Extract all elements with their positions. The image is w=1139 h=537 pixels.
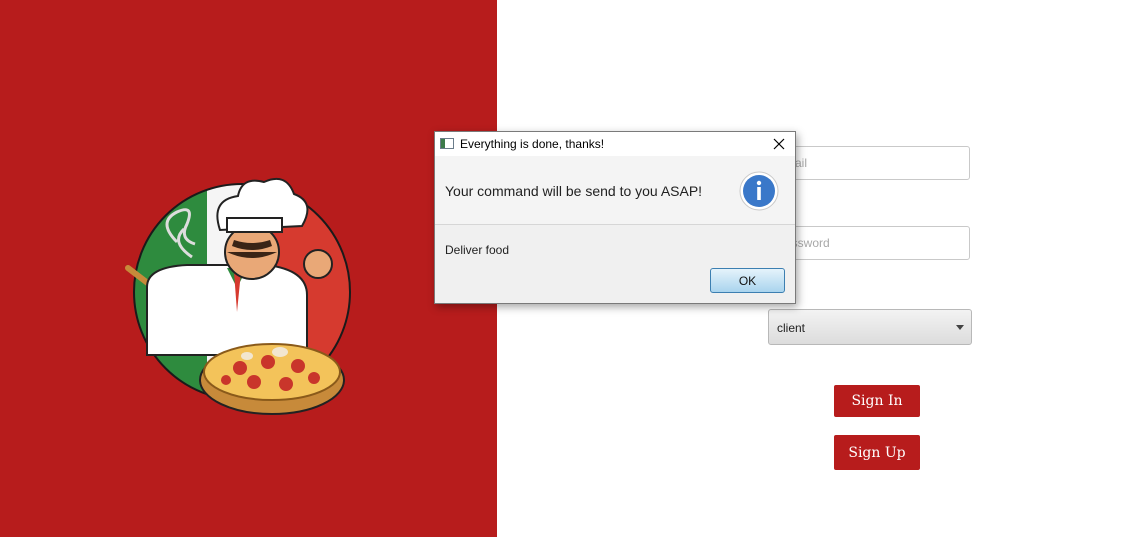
email-input[interactable]	[768, 146, 970, 180]
dialog-title: Everything is done, thanks!	[460, 137, 605, 151]
password-input[interactable]	[768, 226, 970, 260]
dialog-header: Your command will be send to you ASAP!	[435, 156, 795, 225]
close-icon	[773, 138, 785, 150]
info-dialog: Everything is done, thanks! Your command…	[434, 131, 796, 304]
info-icon	[739, 171, 779, 211]
close-button[interactable]	[763, 132, 795, 156]
app-icon	[440, 138, 454, 149]
chevron-down-icon	[956, 325, 964, 330]
sign-up-button[interactable]: Sign Up	[834, 435, 920, 470]
role-select[interactable]: client	[768, 309, 972, 345]
dialog-header-text: Your command will be send to you ASAP!	[445, 183, 703, 199]
brand-panel	[0, 0, 497, 537]
sign-in-button[interactable]: Sign In	[834, 385, 920, 417]
dialog-titlebar[interactable]: Everything is done, thanks!	[435, 132, 795, 156]
ok-button[interactable]: OK	[710, 268, 785, 293]
role-select-value: client	[777, 321, 806, 335]
chef-pizza-logo	[125, 178, 351, 415]
dialog-content-text: Deliver food	[445, 243, 510, 257]
